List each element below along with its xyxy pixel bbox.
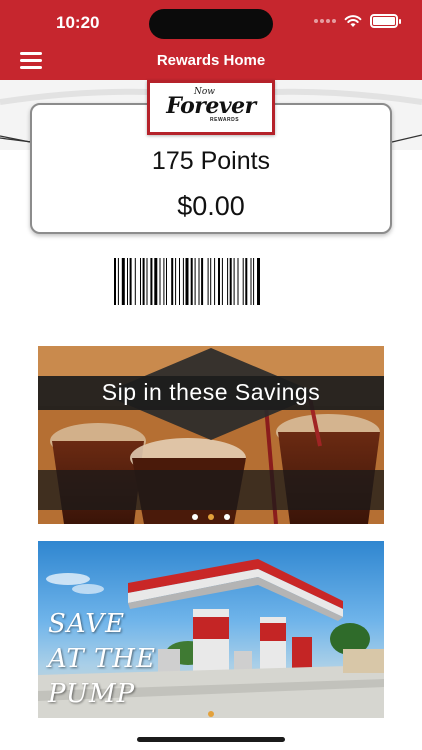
headline-line: SAVE bbox=[48, 609, 126, 639]
headline-line: AT THE bbox=[48, 644, 156, 674]
cash-balance: $0.00 bbox=[177, 191, 245, 221]
logo-subtitle: REWARDS bbox=[210, 117, 240, 123]
battery-icon bbox=[370, 14, 401, 28]
carousel-indicator bbox=[38, 508, 384, 524]
wifi-icon bbox=[344, 15, 362, 27]
banner-headline: SAVE AT THE PUMP bbox=[48, 607, 156, 712]
promo-banner-drinks[interactable]: Sip in these Savings bbox=[38, 346, 384, 524]
carousel-indicator bbox=[38, 705, 384, 718]
points-value: 175 Points bbox=[151, 147, 271, 175]
brand-logo: Now Forever REWARDS bbox=[147, 80, 275, 135]
page-title: Rewards Home bbox=[156, 52, 266, 69]
drinks-image bbox=[38, 346, 384, 524]
banner-title: Sip in these Savings bbox=[101, 379, 321, 405]
carousel-dot[interactable] bbox=[224, 513, 230, 520]
dynamic-island bbox=[149, 9, 273, 39]
carousel-dot[interactable] bbox=[192, 513, 198, 520]
app-header: 10:20 Rewards Home bbox=[0, 0, 422, 80]
logo-wordmark: Forever bbox=[166, 93, 256, 119]
promo-banner-fuel[interactable]: SAVE AT THE PUMP bbox=[38, 541, 384, 718]
member-barcode[interactable] bbox=[114, 258, 308, 305]
status-icons bbox=[314, 14, 401, 28]
home-indicator[interactable] bbox=[137, 737, 285, 742]
carousel-dot-active[interactable] bbox=[208, 710, 214, 717]
status-time: 10:20 bbox=[56, 13, 100, 32]
cellular-signal-icon bbox=[314, 19, 336, 23]
carousel-dot-active[interactable] bbox=[208, 513, 214, 520]
